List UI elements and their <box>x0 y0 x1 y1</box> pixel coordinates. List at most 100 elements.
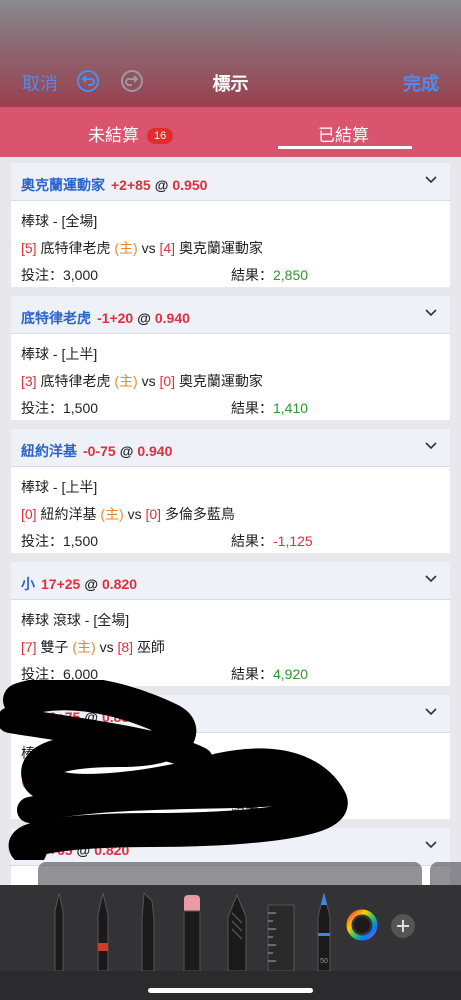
matchup-row: [3] 底特律老虎 (主) vs [0] 奧克蘭運動家 <box>21 371 440 398</box>
tab-settled-label: 已結算 <box>318 126 369 145</box>
away-rank: [0] <box>159 373 176 389</box>
bet-selection: 奧克蘭運動家 <box>21 177 105 193</box>
market-row: 棒球 - [上半] <box>21 344 440 371</box>
home-team: 雙子 <box>40 639 69 655</box>
stake-label: 投注： <box>21 400 63 416</box>
result-label: 結果： <box>231 400 273 416</box>
bet-card-body: 棒球 - [上半] [0] 紐約洋基 (主) vs [0] 多倫多藍鳥 投注：1,5… <box>11 467 450 558</box>
markup-header: 取消 標示 完成 <box>0 0 461 107</box>
market-row: 棒球 - [上半] <box>21 477 440 504</box>
chevron-down-icon[interactable] <box>424 572 438 586</box>
page-title: 標示 <box>212 74 249 94</box>
ruler-icon[interactable] <box>266 893 296 971</box>
away-team: 巫師 <box>136 639 165 655</box>
vs-label: vs <box>99 639 114 655</box>
stake-value: 1,500 <box>63 400 99 416</box>
tab-bar: 未結算 16 已結算 <box>0 107 461 157</box>
home-team: 底特律老虎 <box>40 373 111 389</box>
home-rank: [0] <box>21 506 37 522</box>
market-row: 棒球 - [全場] <box>21 211 440 238</box>
bet-odds: 0.950 <box>172 177 208 193</box>
home-rank: [7] <box>21 639 37 655</box>
home-indicator <box>148 988 313 993</box>
home-marker: (主) <box>114 240 138 256</box>
done-button[interactable]: 完成 <box>403 70 439 96</box>
tab-open-label: 未結算 <box>88 126 139 145</box>
markup-tool-palette: 50 <box>0 885 461 1000</box>
bet-card-header[interactable]: 奧克蘭運動家 +2+85 @0.950 <box>11 163 450 201</box>
stake-label: 投注： <box>21 533 63 549</box>
bet-card-body: 棒球 滾球 - [全場] [7] 雙子 (主) vs [8] 巫師 投注：6,000… <box>11 600 450 691</box>
tab-open-bets[interactable]: 未結算 16 <box>88 121 174 146</box>
at-sign: @ <box>154 177 169 193</box>
result-group: 結果：2,850 <box>231 265 308 285</box>
stake-row: 投注：3,000 結果：2,850 <box>21 265 440 292</box>
add-icon[interactable] <box>390 913 416 939</box>
highlighter-icon[interactable] <box>136 893 160 971</box>
away-team: 多倫多藍鳥 <box>164 506 235 522</box>
color-wheel-icon[interactable] <box>346 909 378 941</box>
stake-row: 投注：1,500 結果：1,410 <box>21 398 440 425</box>
bet-card-body: 棒球 - [全場] [5] 底特律老虎 (主) vs [4] 奧克蘭運動家 投注：3… <box>11 201 450 292</box>
active-tab-indicator <box>278 146 412 149</box>
pencil-size-label: 50 <box>320 958 328 965</box>
bet-card-header[interactable]: 小 17+25 @0.820 <box>11 562 450 600</box>
result-value: -1,125 <box>273 533 313 549</box>
at-sign: @ <box>137 310 151 326</box>
vs-label: vs <box>141 373 156 389</box>
away-rank: [4] <box>159 240 176 256</box>
eraser-icon[interactable] <box>180 893 204 971</box>
bet-card[interactable]: 小 17+25 @0.820 棒球 滾球 - [全場] [7] 雙子 (主) vs [8… <box>11 562 450 686</box>
at-sign: @ <box>119 443 134 459</box>
home-marker: (主) <box>114 373 138 389</box>
away-rank: [8] <box>117 639 134 655</box>
result-group: 結果：-1,125 <box>231 531 313 551</box>
bet-card-header[interactable]: 紐約洋基 -0-75 @0.940 <box>11 429 450 467</box>
bet-handicap: +2+85 <box>111 177 151 193</box>
tab-settled-bets[interactable]: 已結算 <box>318 121 369 146</box>
bet-handicap: -1+20 <box>97 310 134 326</box>
open-count-badge: 16 <box>147 128 174 144</box>
pencil-icon[interactable]: 50 <box>312 893 336 971</box>
home-rank: [5] <box>21 240 37 256</box>
bet-card[interactable]: 底特律老虎 -1+20 @0.940 棒球 - [上半] [3] 底特律老虎 (主) v… <box>11 296 450 420</box>
home-marker: (主) <box>72 639 96 655</box>
chevron-down-icon[interactable] <box>424 306 438 320</box>
ink-scribble <box>0 680 348 860</box>
market-label: 棒球 - [全場] <box>21 213 98 229</box>
pen-icon[interactable] <box>48 893 70 971</box>
market-label: 棒球 滾球 - [全場] <box>21 612 130 628</box>
result-value: 2,850 <box>273 267 309 283</box>
home-rank: [3] <box>21 373 37 389</box>
matchup-row: [0] 紐約洋基 (主) vs [0] 多倫多藍鳥 <box>21 504 440 531</box>
market-label: 棒球 - [上半] <box>21 479 98 495</box>
away-team: 奧克蘭運動家 <box>178 240 263 256</box>
matchup-row: [7] 雙子 (主) vs [8] 巫師 <box>21 637 440 664</box>
result-label: 結果： <box>231 533 273 549</box>
away-team: 奧克蘭運動家 <box>178 373 263 389</box>
stake-value: 3,000 <box>63 267 99 283</box>
stake-label: 投注： <box>21 267 63 283</box>
bet-selection: 小 <box>21 576 35 592</box>
result-group: 結果：1,410 <box>231 398 308 418</box>
chevron-down-icon[interactable] <box>424 439 438 453</box>
result-value: 1,410 <box>273 400 309 416</box>
bet-card-header[interactable]: 底特律老虎 -1+20 @0.940 <box>11 296 450 334</box>
chevron-down-icon[interactable] <box>424 173 438 187</box>
home-marker: (主) <box>100 506 124 522</box>
bet-card[interactable]: 奧克蘭運動家 +2+85 @0.950 棒球 - [全場] [5] 底特律老虎 (主) … <box>11 163 450 287</box>
bet-handicap: -0-75 <box>83 443 116 459</box>
result-label: 結果： <box>231 267 273 283</box>
bet-odds: 0.940 <box>137 443 173 459</box>
bet-card[interactable]: 紐約洋基 -0-75 @0.940 棒球 - [上半] [0] 紐約洋基 (主) vs … <box>11 429 450 553</box>
stake-row: 投注：1,500 結果：-1,125 <box>21 531 440 558</box>
market-label: 棒球 - [上半] <box>21 346 98 362</box>
bet-handicap: 17+25 <box>41 576 81 592</box>
away-rank: [0] <box>145 506 162 522</box>
market-row: 棒球 滾球 - [全場] <box>21 610 440 637</box>
at-sign: @ <box>84 576 98 592</box>
marker-icon[interactable] <box>92 893 114 971</box>
bet-odds: 0.940 <box>154 310 190 326</box>
bet-odds: 0.820 <box>101 576 138 592</box>
lasso-icon[interactable] <box>224 893 250 971</box>
